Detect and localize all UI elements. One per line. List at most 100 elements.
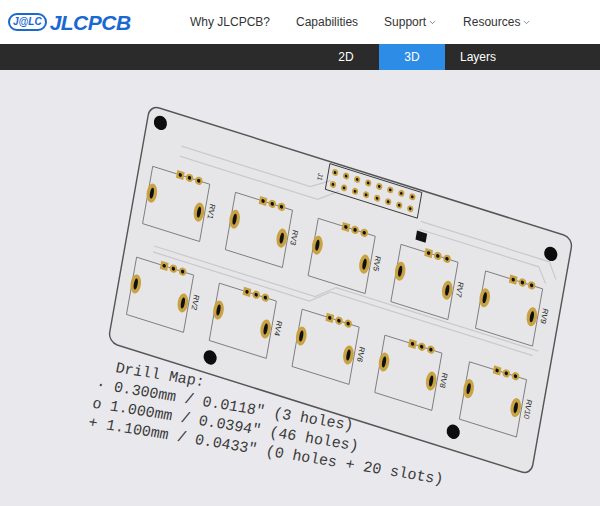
drill-map: Drill Map:·0.300mm / 0.0118" (3 holes)o1…: [87, 357, 456, 489]
footprint-outline: [308, 218, 375, 293]
mounting-slot: [228, 208, 241, 230]
component-label: RV7: [454, 281, 465, 299]
copper-traces: [153, 131, 561, 373]
footprint-pad: [493, 365, 502, 375]
footprint-pad: [344, 319, 353, 329]
mounting-slot: [509, 397, 522, 419]
footprint-pad: [185, 173, 194, 183]
footprint-outline: [292, 309, 359, 384]
footprint-outline: [143, 166, 210, 241]
pcb-board[interactable]: J1 RV1 RV2 RV3 RV4 RV5 RV6 RV7 RV8 RV9 RV10: [108, 105, 573, 475]
potentiometer-footprint: RV8: [373, 331, 452, 414]
drill-symbol: +: [87, 414, 99, 433]
logo-text: JLCPCB: [50, 12, 131, 33]
component-label: RV8: [438, 371, 449, 389]
viewer-canvas[interactable]: J1 RV1 RV2 RV3 RV4 RV5 RV6 RV7 RV8 RV9 RV10 Drill M…: [0, 70, 600, 506]
footprint-pad: [417, 342, 426, 352]
chevron-down-icon: [428, 18, 437, 27]
potentiometer-footprint: RV2: [125, 253, 204, 336]
mounting-hole: [153, 114, 168, 132]
potentiometer-footprint: RV9: [474, 267, 553, 350]
component-label: RV1: [206, 203, 217, 221]
component-label: RV5: [371, 255, 382, 273]
drill-symbol: o: [91, 395, 103, 414]
nav-item[interactable]: Capabilities: [296, 13, 358, 31]
board-outline: [108, 105, 573, 475]
footprint-pad: [176, 170, 185, 180]
potentiometer-footprint: RV4: [208, 279, 287, 362]
view-tab[interactable]: 2D: [313, 44, 379, 70]
footprint-pad: [360, 228, 369, 238]
potentiometer-footprint: RV6: [291, 305, 370, 388]
mounting-slot: [212, 299, 225, 321]
ic-chip: [415, 231, 427, 243]
potentiometer-footprint: RV10: [458, 357, 537, 440]
footprint-pad: [424, 248, 433, 258]
footprint-outline: [459, 362, 526, 437]
mounting-slot: [129, 273, 142, 295]
footprint-pad: [160, 261, 169, 271]
potentiometer-footprint: RV5: [307, 214, 386, 297]
mounting-slot: [358, 253, 371, 275]
footprint-pad: [169, 264, 178, 274]
mounting-slot: [275, 227, 288, 249]
view-tab[interactable]: 3D: [379, 44, 445, 70]
logo-mark: J@LC: [8, 13, 47, 31]
mounting-slot: [441, 279, 454, 301]
mounting-slot: [311, 234, 324, 256]
footprint-pad: [433, 251, 442, 261]
component-label: RV4: [272, 319, 283, 337]
drill-text: 1.100mm / 0.0433" (0 holes + 20 slots): [105, 416, 445, 489]
pcb-3d-view[interactable]: J1 RV1 RV2 RV3 RV4 RV5 RV6 RV7 RV8 RV9 RV10 Drill M…: [0, 70, 600, 506]
top-nav: J@LCJLCPCB Why JLCPCB? Capabilities Support…: [0, 0, 600, 44]
mounting-slot: [393, 260, 406, 282]
component-label: RV6: [355, 345, 366, 363]
logo[interactable]: J@LCJLCPCB: [8, 12, 168, 33]
app: J@LCJLCPCB Why JLCPCB? Capabilities Support…: [0, 0, 600, 506]
mounting-slot: [295, 325, 308, 347]
component-label: RV10: [522, 398, 534, 421]
potentiometer-footprint: RV7: [389, 240, 468, 323]
view-tabs: 2D3DLayers: [0, 44, 600, 70]
footprint-pad: [194, 176, 203, 186]
drill-map-row: +1.100mm / 0.0433" (0 holes + 20 slots): [87, 414, 445, 489]
mounting-hole: [543, 245, 558, 263]
mounting-slot: [176, 292, 189, 314]
mounting-slot: [478, 287, 491, 309]
component-label: RV2: [190, 293, 201, 311]
footprint-pad: [518, 277, 527, 287]
footprint-pad: [351, 225, 360, 235]
mounting-slot: [145, 182, 158, 204]
footprint-outline: [209, 283, 276, 358]
footprint-pad: [527, 280, 536, 290]
view-tab[interactable]: Layers: [445, 44, 511, 70]
potentiometer-footprint: RV3: [224, 188, 303, 271]
footprint-pad: [325, 313, 334, 323]
potentiometer-footprint: RV1: [141, 162, 220, 245]
mounting-slot: [259, 318, 272, 340]
drill-symbol: ·: [94, 376, 106, 395]
component-label: RV3: [288, 229, 299, 247]
footprint-outline: [375, 335, 442, 410]
footprint-pad: [252, 290, 261, 300]
footprint-pad: [509, 275, 518, 285]
nav-item[interactable]: Support: [384, 13, 437, 31]
nav-item[interactable]: Why JLCPCB?: [190, 13, 270, 31]
nav-item[interactable]: Resources: [463, 13, 531, 31]
footprint-pad: [443, 254, 452, 264]
footprint-pad: [178, 267, 187, 277]
footprint-pad: [243, 287, 252, 297]
footprint-pad: [259, 196, 268, 206]
mounting-hole: [446, 423, 461, 441]
mounting-hole: [202, 348, 217, 366]
footprint-pad: [277, 202, 286, 212]
mounting-slot: [342, 344, 355, 366]
nav-menu: Why JLCPCB? Capabilities Support Resources: [190, 13, 531, 31]
connector-label: J1: [316, 172, 324, 182]
footprint-pad: [511, 371, 520, 381]
footprint-outline: [475, 271, 542, 346]
footprint-pad: [261, 293, 270, 303]
chevron-down-icon: [522, 18, 531, 27]
footprint-outline: [126, 257, 193, 332]
mounting-slot: [525, 306, 538, 328]
